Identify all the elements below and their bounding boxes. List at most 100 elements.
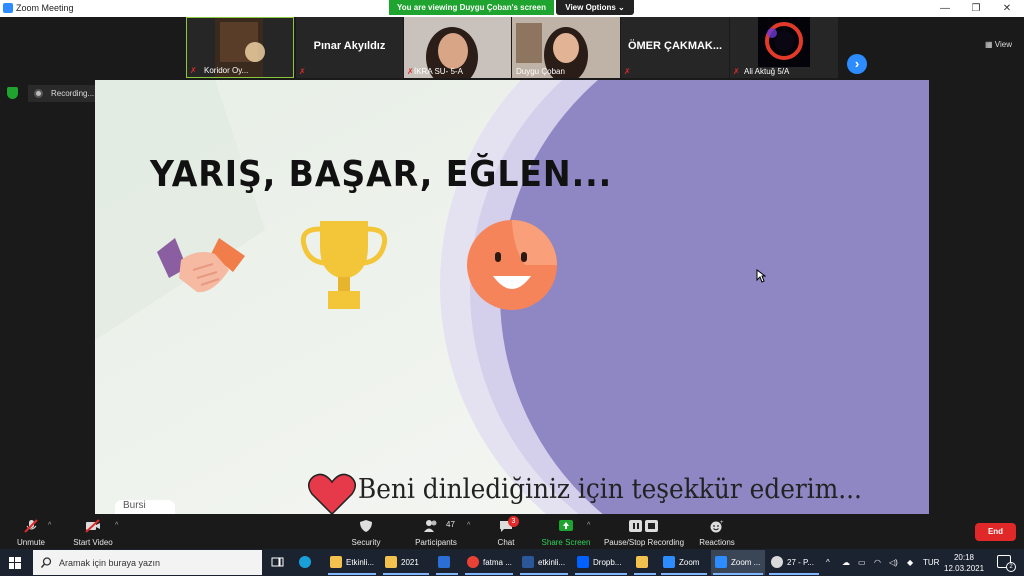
muted-mic-icon: ✗ <box>733 67 740 76</box>
taskbar-app[interactable]: Dropb... <box>573 550 629 575</box>
taskbar-app-label: 2021 <box>401 558 419 567</box>
participant-tile[interactable]: Pınar Akyıldız ✗ <box>296 17 403 78</box>
trophy-icon <box>300 221 388 309</box>
taskbar-app[interactable]: etkinli... <box>518 550 570 575</box>
smiley-face-icon <box>467 220 557 310</box>
window-title: Zoom Meeting <box>16 3 74 13</box>
taskbar-search-box[interactable]: Aramak için buraya yazın <box>33 550 262 575</box>
chrome-icon <box>467 556 479 568</box>
taskbar-app-label: Etkinli... <box>346 558 375 567</box>
windows-start-icon[interactable] <box>9 557 21 569</box>
chat-unread-badge: 3 <box>508 516 519 527</box>
view-label: View <box>994 40 1012 49</box>
dropbox-tray-icon[interactable]: ◆ <box>907 558 913 567</box>
participant-name: ÖMER ÇAKMAK... <box>627 40 723 52</box>
audio-options-caret-icon[interactable]: ^ <box>48 522 51 529</box>
zoom-icon <box>715 556 727 568</box>
running-indicator <box>436 573 458 575</box>
clock-time: 20:18 <box>953 553 975 562</box>
edge-browser-icon <box>299 556 311 568</box>
participant-tile[interactable]: ✗ Ali Aktuğ 5/A <box>730 17 838 78</box>
slide-logo-text: Bursi <box>123 500 146 511</box>
dropbox-icon <box>577 556 589 568</box>
video-options-caret-icon[interactable]: ^ <box>115 522 118 529</box>
taskbar-app-edge[interactable] <box>295 550 321 575</box>
wifi-icon[interactable]: ◠ <box>874 558 881 567</box>
maximize-icon[interactable]: ❐ <box>961 1 991 16</box>
pause-stop-recording-button[interactable]: Pause/Stop Recording <box>602 514 686 549</box>
notes-icon <box>636 556 648 568</box>
muted-mic-icon: ✗ <box>190 66 197 75</box>
participant-tile[interactable]: ✗ Koridor Oy... <box>186 17 294 78</box>
participants-label: Participants <box>415 538 457 547</box>
participants-count: 47 <box>446 520 455 529</box>
chat-label: Chat <box>497 538 515 547</box>
mouse-cursor-icon <box>756 269 766 283</box>
taskbar-app[interactable]: Zoom <box>659 550 709 575</box>
cloud-icon[interactable]: ☁ <box>842 558 850 567</box>
volume-icon[interactable]: ◁) <box>889 558 898 567</box>
taskbar-app[interactable]: fatma ... <box>463 550 515 575</box>
battery-icon[interactable]: ▭ <box>858 558 866 567</box>
share-options-caret-icon[interactable]: ^ <box>587 522 590 529</box>
reactions-label: Reactions <box>699 538 735 547</box>
running-indicator <box>328 573 376 575</box>
muted-mic-icon: ✗ <box>624 67 631 76</box>
start-video-label: Start Video <box>73 538 113 547</box>
paint-icon <box>771 556 783 568</box>
shared-screen: YARIŞ, BAŞAR, EĞLEN... Beni dinlediğiniz… <box>95 80 929 514</box>
chat-button[interactable]: 3 Chat <box>488 514 524 549</box>
shield-icon <box>360 520 372 532</box>
taskbar-app-label: Dropb... <box>593 558 622 567</box>
taskbar-app[interactable] <box>632 550 658 575</box>
participants-caret-icon[interactable]: ^ <box>467 522 470 529</box>
unmute-button[interactable]: Unmute <box>8 514 54 549</box>
participant-tile[interactable]: ✗ İKRA SU- 5-A <box>404 17 511 78</box>
taskbar-app-label: etkinli... <box>538 558 566 567</box>
security-button[interactable]: Security <box>344 514 388 549</box>
recording-dot-icon <box>34 89 43 98</box>
start-video-button[interactable]: Start Video <box>66 514 120 549</box>
mail-icon <box>438 556 450 568</box>
share-screen-button[interactable]: Share Screen <box>538 514 594 549</box>
reactions-button[interactable]: + Reactions <box>696 514 738 549</box>
heart-icon <box>308 473 356 514</box>
slide-logo: Bursi <box>115 500 175 514</box>
title-bar: Zoom Meeting You are viewing Duygu Çoban… <box>0 0 1024 17</box>
taskbar-app[interactable] <box>434 550 460 575</box>
running-indicator <box>520 573 568 575</box>
next-page-button[interactable]: › <box>847 54 867 74</box>
taskbar-app[interactable]: 27 - P... <box>767 550 821 575</box>
minimize-icon[interactable]: — <box>930 1 960 16</box>
participant-tile[interactable]: Duygu Çoban <box>512 17 620 78</box>
running-indicator <box>383 573 429 575</box>
meeting-toolbar: Unmute ^ Start Video ^ Security 47 Parti… <box>0 514 1024 549</box>
taskbar-app[interactable]: Etkinli... <box>326 550 378 575</box>
taskbar-app-label: 27 - P... <box>787 558 814 567</box>
view-options-button[interactable]: View Options ⌄ <box>556 0 634 15</box>
share-screen-icon <box>559 520 573 531</box>
taskbar-app-label: Zoom <box>679 558 700 567</box>
participant-tile[interactable]: ÖMER ÇAKMAK... ✗ <box>621 17 729 78</box>
pause-stop-icon <box>629 520 658 532</box>
participants-button[interactable]: 47 Participants <box>410 514 462 549</box>
language-indicator[interactable]: TUR <box>923 558 939 567</box>
taskbar-clock[interactable]: 20:18 12.03.2021 <box>944 552 984 574</box>
end-meeting-button[interactable]: End <box>975 523 1016 541</box>
search-icon <box>41 557 52 568</box>
participant-name: Ali Aktuğ 5/A <box>744 67 790 76</box>
clock-date: 12.03.2021 <box>944 564 985 573</box>
view-button[interactable]: ▦ View <box>985 40 1012 49</box>
taskbar-app-active[interactable]: Zoom ... <box>711 550 765 575</box>
zoom-icon <box>663 556 675 568</box>
pause-stop-label: Pause/Stop Recording <box>603 538 685 547</box>
task-view-icon[interactable] <box>271 556 284 568</box>
taskbar-app[interactable]: 2021 <box>381 550 431 575</box>
close-icon[interactable]: ✕ <box>992 1 1022 16</box>
show-hidden-icons-chevron-icon[interactable]: ^ <box>826 558 830 567</box>
svg-text:+: + <box>720 520 724 526</box>
view-options-label: View Options <box>565 3 616 12</box>
participant-thumbnail-strip: ✗ Koridor Oy... Pınar Akyıldız ✗ ✗ İKRA … <box>0 17 1024 80</box>
search-placeholder: Aramak için buraya yazın <box>59 558 161 568</box>
recording-label: Recording... <box>51 89 95 98</box>
